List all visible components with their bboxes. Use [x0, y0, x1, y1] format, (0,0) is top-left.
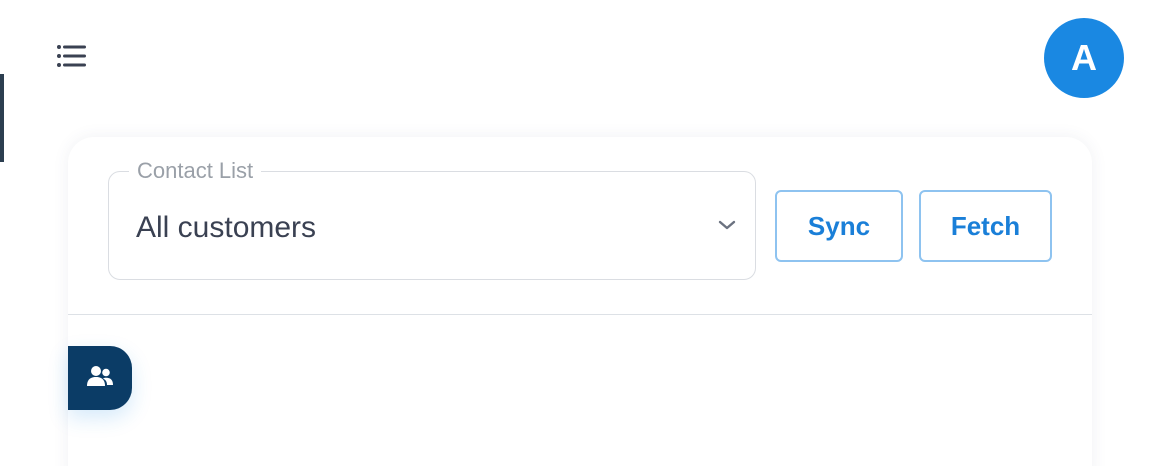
contact-list-selected-value: All customers — [136, 211, 317, 244]
contact-list-select[interactable]: Contact List All customers — [108, 158, 756, 280]
contacts-button[interactable] — [68, 346, 132, 410]
card-divider — [68, 314, 1092, 315]
hamburger-menu-icon — [56, 44, 88, 72]
contact-list-label: Contact List — [129, 158, 262, 184]
sync-button[interactable]: Sync — [775, 190, 903, 262]
left-edge-indicator — [0, 74, 4, 162]
app-root: A Contact List All customers Sync Fetch — [0, 0, 1154, 466]
avatar-initial: A — [1071, 37, 1097, 78]
user-avatar[interactable]: A — [1044, 18, 1124, 98]
fetch-button[interactable]: Fetch — [919, 190, 1052, 262]
chevron-down-icon — [717, 218, 737, 232]
contact-list-card: Contact List All customers Sync Fetch — [68, 137, 1092, 466]
contacts-icon — [86, 365, 114, 392]
menu-button[interactable] — [52, 40, 92, 76]
